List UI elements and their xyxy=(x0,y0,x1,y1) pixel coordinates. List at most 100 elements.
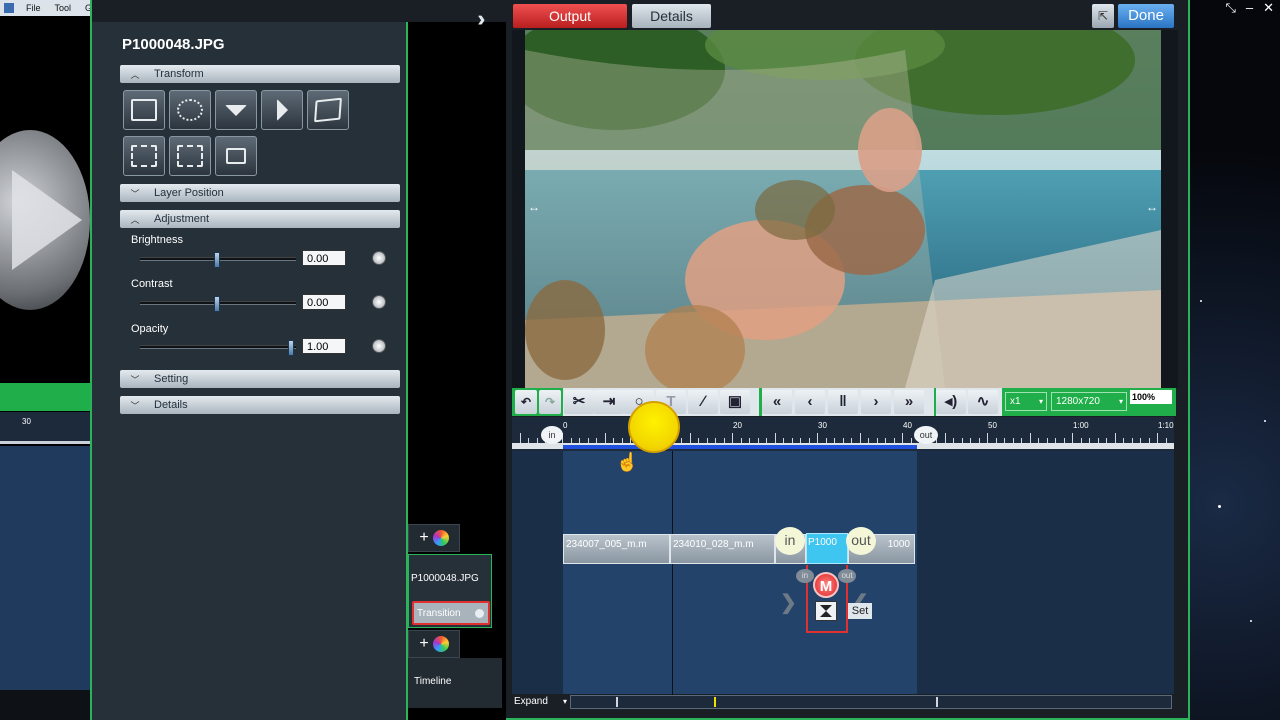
section-layer-position[interactable]: ﹀ Layer Position xyxy=(120,184,400,202)
timeline-track-label[interactable]: Timeline xyxy=(408,658,502,708)
section-setting[interactable]: ﹀ Setting xyxy=(120,370,400,388)
brightness-slider-thumb[interactable] xyxy=(214,252,220,268)
contrast-slider[interactable] xyxy=(140,296,296,312)
playback-toolbar: ↶ ↷ ✂ ⇥ ○ T ∕ ▣ « ‹ ‖ › » ◂) ∿ x1 ▾ 1280… xyxy=(512,388,1176,416)
menu-file[interactable]: File xyxy=(20,3,49,13)
resize-right-icon[interactable]: ↔ xyxy=(1145,200,1159,214)
pause-button[interactable]: ‖ xyxy=(828,390,858,414)
contrast-value[interactable]: 0.00 xyxy=(302,294,346,310)
brightness-slider[interactable] xyxy=(140,252,296,268)
clip-item-selected[interactable]: P1000 xyxy=(806,533,848,564)
flip-horizontal-button[interactable] xyxy=(261,90,303,130)
next-frame-button[interactable]: › xyxy=(861,390,891,414)
transition-left-arrow-icon: ❯ xyxy=(780,592,797,614)
add-track-button-2[interactable]: + xyxy=(408,630,460,658)
add-track-button[interactable]: + xyxy=(408,524,460,552)
file-title: P1000048.JPG xyxy=(122,36,225,53)
redo-button[interactable]: ↷ xyxy=(539,390,561,414)
ruler-tick-label: 30 xyxy=(818,421,827,430)
section-adjustment[interactable]: ︿ Adjustment xyxy=(120,210,400,228)
undo-button[interactable]: ↶ xyxy=(515,390,537,414)
brightness-value[interactable]: 0.00 xyxy=(302,250,346,266)
selection-range-bar[interactable] xyxy=(563,445,917,449)
set-button[interactable]: Set xyxy=(848,603,872,619)
transition-in-point[interactable]: in xyxy=(796,569,814,583)
minimize-icon[interactable]: – xyxy=(1246,0,1253,18)
background-ruler-label: 30 xyxy=(22,417,31,426)
opacity-reset-button[interactable] xyxy=(372,339,386,353)
cut-button[interactable]: ✂ xyxy=(564,390,594,414)
draw-button[interactable]: ∕ xyxy=(688,390,718,414)
rotate-button[interactable] xyxy=(169,90,211,130)
waveform-button[interactable]: ∿ xyxy=(968,390,998,414)
clip-item[interactable]: 234007_005_m.m xyxy=(563,534,670,564)
clip-out-handle[interactable]: out xyxy=(846,527,876,555)
resolution-select[interactable]: 1280x720 ▾ xyxy=(1051,392,1127,411)
rewind-button[interactable]: « xyxy=(762,390,792,414)
opacity-value[interactable]: 1.00 xyxy=(302,338,346,354)
expand-select[interactable]: Expand ▾ xyxy=(512,694,570,710)
zoom-select[interactable]: 100% xyxy=(1130,390,1172,404)
dropdown-arrow-icon: ▾ xyxy=(562,697,567,706)
ruler-tick-label: 50 xyxy=(988,421,997,430)
redo-icon: ↷ xyxy=(544,395,556,409)
volume-button[interactable]: ◂) xyxy=(936,390,966,414)
contrast-label: Contrast xyxy=(131,278,173,290)
fit-button[interactable] xyxy=(123,90,165,130)
contrast-slider-thumb[interactable] xyxy=(214,296,220,312)
resize-left-icon[interactable]: ↔ xyxy=(527,200,541,214)
opacity-slider[interactable] xyxy=(140,340,296,356)
hand-cursor-icon: ☝ xyxy=(616,452,639,472)
section-details[interactable]: ﹀ Details xyxy=(120,396,400,414)
prev-frame-button[interactable]: ‹ xyxy=(795,390,825,414)
playhead-line xyxy=(672,451,673,696)
tab-output[interactable]: Output xyxy=(513,4,627,28)
crop-center-button[interactable] xyxy=(123,136,165,176)
crop-small-button[interactable] xyxy=(215,136,257,176)
menu-tool[interactable]: Tool xyxy=(49,3,80,13)
fast-forward-button[interactable]: » xyxy=(894,390,924,414)
background-ruler: 30 xyxy=(0,412,92,444)
background-control-bar xyxy=(0,383,92,411)
contrast-reset-button[interactable] xyxy=(372,295,386,309)
shrink-icon[interactable]: ⤡ xyxy=(1225,0,1235,18)
play-icon xyxy=(12,170,82,270)
transition-icon[interactable] xyxy=(815,601,837,621)
speed-select[interactable]: x1 ▾ xyxy=(1005,392,1047,411)
crop-left-button[interactable] xyxy=(169,136,211,176)
brightness-reset-button[interactable] xyxy=(372,251,386,265)
properties-panel: P1000048.JPG ︿ Transform ﹀ Layer Positio… xyxy=(92,22,408,720)
opacity-slider-thumb[interactable] xyxy=(288,340,294,356)
motion-badge[interactable]: M xyxy=(813,572,839,598)
fit-icon xyxy=(131,99,157,121)
transition-button[interactable]: Transition xyxy=(412,601,490,625)
done-button[interactable]: Done xyxy=(1118,4,1174,28)
ruler-tick xyxy=(987,433,988,443)
clip-item[interactable]: 234010_028_m.m xyxy=(670,534,775,564)
double-chevron-right-icon[interactable]: ›› xyxy=(478,6,510,31)
ruler-tick xyxy=(604,433,606,443)
hourglass-bottom-icon xyxy=(820,611,832,617)
clip-in-handle[interactable]: in xyxy=(775,527,805,555)
close-icon[interactable]: ✕ xyxy=(1263,0,1274,18)
zoom-value: 100% xyxy=(1132,392,1156,402)
scrollbar-thumb[interactable] xyxy=(616,697,938,707)
playhead-handle[interactable] xyxy=(628,401,680,453)
pen-icon: ∕ xyxy=(701,393,705,410)
track-header[interactable]: P1000048.JPG Transition xyxy=(408,554,492,628)
tab-details[interactable]: Details xyxy=(632,4,711,28)
split-button[interactable]: ⇥ xyxy=(594,390,624,414)
ruler-tick-label: 40 xyxy=(903,421,912,430)
in-marker[interactable]: in xyxy=(541,426,563,444)
flip-vertical-button[interactable] xyxy=(215,90,257,130)
section-transform[interactable]: ︿ Transform xyxy=(120,65,400,83)
popout-button[interactable]: ⇱ xyxy=(1092,4,1114,28)
ruler-tick-label: 0 xyxy=(563,421,568,430)
crop-left-icon xyxy=(177,145,203,167)
transition-out-point[interactable]: out xyxy=(838,569,856,583)
out-marker[interactable]: out xyxy=(914,426,938,444)
snapshot-button[interactable]: ▣ xyxy=(720,390,750,414)
section-adjustment-label: Adjustment xyxy=(154,213,210,225)
ruler-tick xyxy=(902,433,903,443)
skew-button[interactable] xyxy=(307,90,349,130)
